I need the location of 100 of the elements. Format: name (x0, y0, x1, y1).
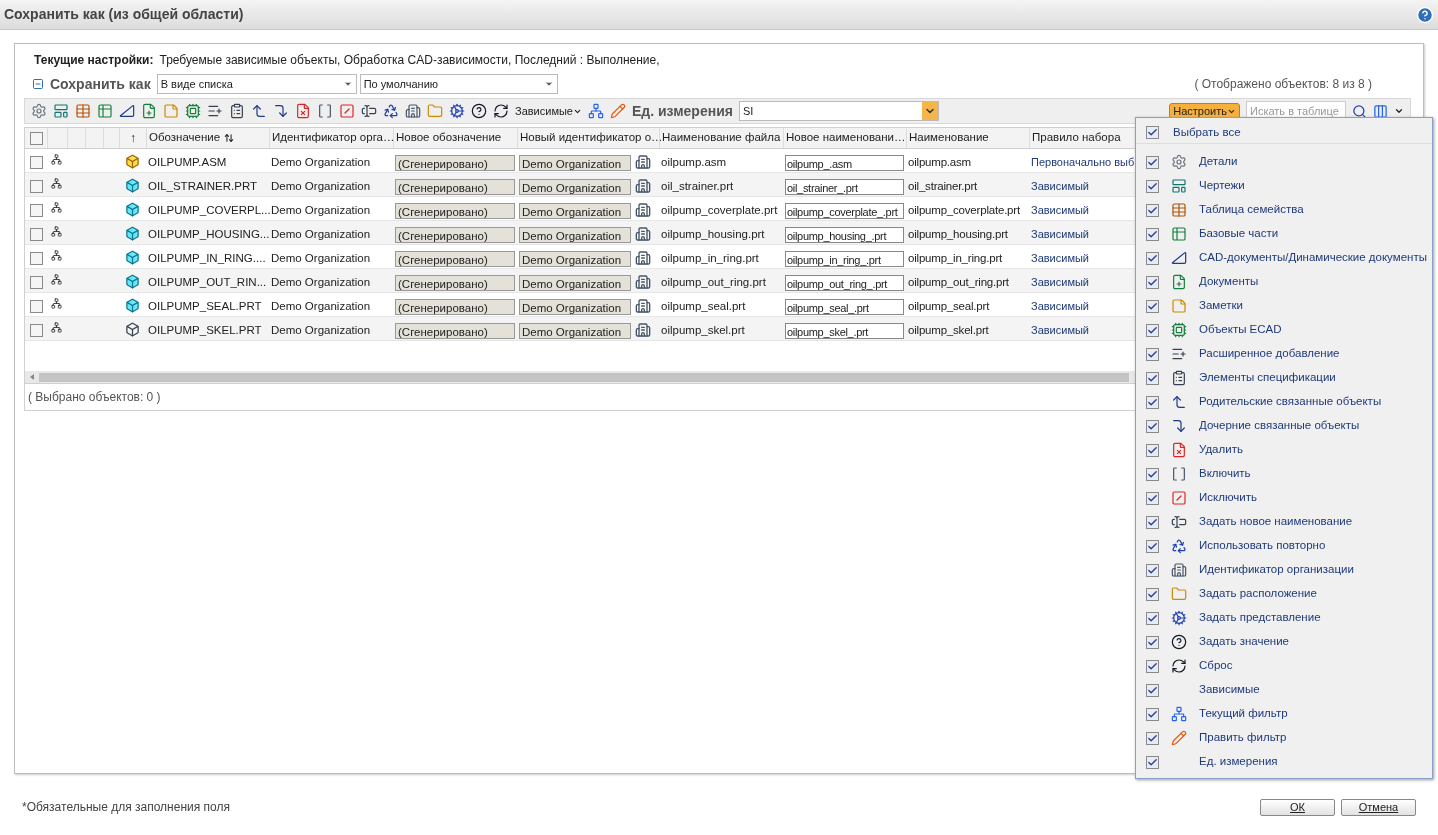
menu-item[interactable]: Ед. измерения (1199, 753, 1278, 771)
checkbox[interactable] (1146, 635, 1159, 649)
caret-icon[interactable] (1394, 106, 1404, 116)
left-arrow-icon[interactable] (30, 374, 34, 380)
checkbox[interactable] (1146, 707, 1159, 721)
checkbox[interactable] (1146, 731, 1159, 745)
menu-item[interactable]: Идентификатор организации (1199, 561, 1354, 579)
checkbox[interactable] (1146, 755, 1159, 769)
new-number-field[interactable]: (Сгенерировано) (395, 251, 515, 267)
menu-item[interactable]: Удалить (1199, 441, 1243, 459)
menu-item[interactable]: Заметки (1199, 297, 1243, 315)
ok-button[interactable]: ОК (1260, 798, 1335, 816)
menu-item[interactable]: Задать расположение (1199, 585, 1317, 603)
new-number-field[interactable]: (Сгенерировано) (395, 275, 515, 291)
building-icon[interactable] (635, 154, 651, 170)
new-file-name-field[interactable]: oil_strainer_.prt (785, 179, 904, 195)
checkbox[interactable] (29, 252, 43, 265)
menu-item[interactable]: Базовые части (1199, 225, 1279, 243)
number-cell[interactable]: OILPUMP.ASM (146, 154, 269, 172)
column-header[interactable]: Идентификатор орга… (269, 128, 393, 148)
checkbox[interactable] (1146, 587, 1159, 601)
building-icon[interactable] (635, 322, 651, 338)
number-cell[interactable]: OILPUMP_COVERPL... (146, 202, 269, 220)
menu-item[interactable]: Выбрать все (1173, 123, 1241, 142)
columns-icon[interactable] (1373, 103, 1388, 119)
checkbox[interactable] (1146, 227, 1159, 241)
menu-item[interactable]: CAD-документы/Динамические документы (1199, 249, 1427, 267)
sort-icon[interactable] (224, 133, 235, 143)
checkbox[interactable] (29, 324, 43, 337)
new-file-name-field[interactable]: oilpump_housing_.prt (785, 227, 904, 243)
menu-item[interactable]: Родительские связанные объекты (1199, 393, 1382, 411)
number-cell[interactable]: OILPUMP_SEAL.PRT (146, 298, 269, 316)
new-organization-field[interactable]: Demo Organization (519, 323, 631, 339)
new-organization-field[interactable]: Demo Organization (519, 203, 631, 219)
checkbox[interactable] (1146, 563, 1159, 577)
new-file-name-field[interactable]: oilpump_skel_.prt (785, 323, 904, 339)
caret-icon[interactable] (342, 79, 353, 89)
checkbox[interactable] (1146, 419, 1159, 433)
checkbox[interactable] (1146, 179, 1159, 193)
new-file-name-field[interactable]: oilpump_seal_.prt (785, 299, 904, 315)
menu-item[interactable]: Текущий фильтр (1199, 705, 1288, 723)
checkbox[interactable] (29, 156, 43, 169)
checkbox[interactable] (1146, 491, 1159, 505)
checkbox[interactable] (1146, 443, 1159, 457)
number-cell[interactable]: OILPUMP_OUT_RIN... (146, 274, 269, 292)
column-header[interactable]: Новое обозначение (393, 128, 517, 148)
checkbox[interactable] (1146, 347, 1159, 361)
new-file-name-field[interactable]: oilpump_.asm (785, 155, 904, 171)
new-number-field[interactable]: (Сгенерировано) (395, 203, 515, 219)
checkbox[interactable] (1146, 275, 1159, 289)
menu-item[interactable]: Задать новое наименование (1199, 513, 1353, 531)
new-organization-field[interactable]: Demo Organization (519, 251, 631, 267)
checkbox[interactable] (1146, 126, 1159, 139)
checkbox[interactable] (29, 276, 43, 289)
collapse-icon[interactable] (32, 78, 44, 90)
checkbox[interactable] (1146, 371, 1159, 385)
checkbox[interactable] (1146, 299, 1159, 313)
number-cell[interactable]: OIL_STRAINER.PRT (146, 178, 269, 196)
new-organization-field[interactable]: Demo Organization (519, 299, 631, 315)
units-select[interactable]: SI (738, 101, 939, 121)
menu-item[interactable]: Детали (1199, 153, 1238, 171)
search-icon[interactable] (1352, 103, 1367, 119)
checkbox[interactable] (1146, 683, 1159, 697)
caret-icon[interactable] (543, 79, 554, 89)
menu-item[interactable]: Элементы спецификации (1199, 369, 1336, 387)
new-organization-field[interactable]: Demo Organization (519, 275, 631, 291)
structure-icon[interactable] (51, 154, 62, 165)
preset-select[interactable]: По умолчанию (359, 74, 558, 94)
menu-item[interactable]: Использовать повторно (1199, 537, 1326, 555)
column-header[interactable]: Новый идентификатор о… (517, 128, 659, 148)
checkbox[interactable] (1146, 515, 1159, 529)
checkbox[interactable] (1146, 155, 1159, 169)
menu-item[interactable]: Документы (1199, 273, 1259, 291)
new-file-name-field[interactable]: oilpump_coverplate_.prt (785, 203, 904, 219)
structure-icon[interactable] (51, 202, 62, 213)
building-icon[interactable] (635, 274, 651, 290)
checkbox[interactable] (1146, 323, 1159, 337)
checkbox[interactable] (29, 228, 43, 241)
structure-icon[interactable] (51, 274, 62, 285)
checkbox[interactable] (29, 300, 43, 313)
menu-item[interactable]: Чертежи (1199, 177, 1245, 195)
menu-item[interactable]: Задать значение (1199, 633, 1289, 651)
new-number-field[interactable]: (Сгенерировано) (395, 227, 515, 243)
new-file-name-field[interactable]: oilpump_out_ring_.prt (785, 275, 904, 291)
menu-item[interactable]: Объекты ECAD (1199, 321, 1282, 339)
menu-item[interactable]: Задать представление (1199, 609, 1321, 627)
checkbox[interactable] (1146, 203, 1159, 217)
new-organization-field[interactable]: Demo Organization (519, 155, 631, 171)
checkbox[interactable] (1146, 467, 1159, 481)
new-organization-field[interactable]: Demo Organization (519, 227, 631, 243)
new-number-field[interactable]: (Сгенерировано) (395, 179, 515, 195)
view-select[interactable]: В виде списка (156, 74, 357, 94)
new-number-field[interactable]: (Сгенерировано) (395, 299, 515, 315)
help-icon[interactable] (1416, 5, 1434, 24)
building-icon[interactable] (635, 298, 651, 314)
menu-item[interactable]: Таблица семейства (1199, 201, 1304, 219)
menu-item[interactable]: Править фильтр (1199, 729, 1287, 747)
new-organization-field[interactable]: Demo Organization (519, 179, 631, 195)
new-number-field[interactable]: (Сгенерировано) (395, 155, 515, 171)
building-icon[interactable] (635, 250, 651, 266)
